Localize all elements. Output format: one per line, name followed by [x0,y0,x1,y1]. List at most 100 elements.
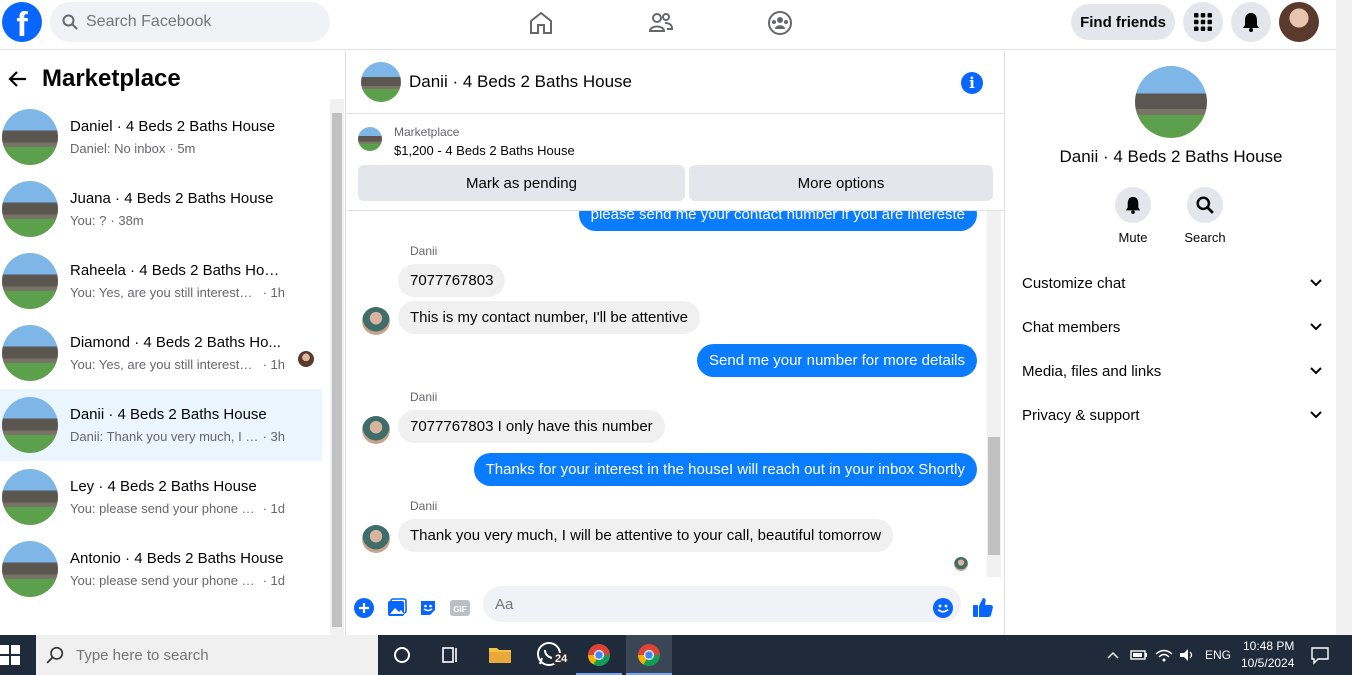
conversation-title: Danii · 4 Beds 2 Baths House [70,406,267,423]
volume-icon[interactable] [1178,643,1196,667]
whatsapp-taskbar-button[interactable]: 24 [536,641,572,671]
listing-price[interactable]: $1,200 - 4 Beds 2 Baths House [394,143,575,158]
conversation-item[interactable]: Antonio · 4 Beds 2 Baths House You: plea… [0,533,322,605]
scrollbar-thumb[interactable] [988,437,1000,555]
media-files-links-row[interactable]: Media, files and links [1022,356,1322,386]
action-center-icon[interactable] [1310,643,1330,667]
more-options-button[interactable]: More options [689,165,993,201]
row-label: Privacy & support [1022,406,1140,424]
sender-avatar [362,525,390,553]
conversation-list-scrollbar[interactable] [330,99,344,651]
conversation-item[interactable]: Ley · 4 Beds 2 Baths House You: please s… [0,461,322,533]
svg-text:GIF: GIF [453,605,466,614]
conversation-info-panel: Danii · 4 Beds 2 Baths House Mute Search… [1006,51,1336,635]
chrome-profile-taskbar-button[interactable] [626,635,672,675]
message-incoming: 7077767803 I only have this number [398,410,665,443]
file-explorer-icon[interactable] [488,643,512,667]
bell-icon [1125,197,1141,214]
info-icon[interactable]: i [961,72,983,94]
listing-source-label: Marketplace [394,125,460,139]
sender-avatar [362,416,390,444]
conversation-title: Daniel · 4 Beds 2 Baths House [70,118,276,135]
emoji-icon[interactable] [933,598,953,618]
conversation-item-active[interactable]: Danii · 4 Beds 2 Baths House Danii: Than… [0,389,322,461]
page-scrollbar[interactable] [1336,0,1352,635]
customize-chat-row[interactable]: Customize chat [1022,268,1322,298]
mute-button[interactable]: Mute [1103,187,1163,245]
cortana-icon[interactable] [390,643,414,667]
clock-date[interactable]: 10/5/2024 [1241,656,1294,670]
photo-icon[interactable] [387,598,407,618]
battery-icon[interactable] [1130,643,1148,667]
conversation-time: · 3h [262,429,285,444]
listing-thumbnail [2,469,58,525]
taskbar-search-input[interactable] [76,646,356,664]
sender-name: Danii [410,499,438,513]
listing-thumbnail [358,127,382,151]
scrollbar-thumb[interactable] [332,113,342,627]
row-label: Customize chat [1022,274,1126,292]
top-navigation-bar: f Find friends [0,0,1336,50]
conversation-info-title: Danii · 4 Beds 2 Baths House [1059,147,1283,166]
windows-start-icon[interactable] [0,645,20,665]
chat-panel: Danii · 4 Beds 2 Baths House i Marketpla… [347,51,1005,635]
conversation-time: · 1d [262,501,285,516]
language-indicator[interactable]: ENG [1205,648,1231,662]
plus-circle-icon[interactable] [354,598,374,618]
menu-grid-icon[interactable] [1183,2,1223,42]
marketplace-inbox-panel: Marketplace Daniel · 4 Beds 2 Baths Hous… [0,51,346,651]
back-arrow-icon[interactable] [8,70,28,88]
clock-time[interactable]: 10:48 PM [1243,639,1294,653]
chrome-icon [638,644,660,666]
conversation-item[interactable]: Diamond · 4 Beds 2 Baths Ho... You: Yes,… [0,317,322,389]
conversation-title: Juana · 4 Beds 2 Baths House [70,190,274,207]
chat-members-row[interactable]: Chat members [1022,312,1322,342]
taskbar-search[interactable] [36,635,378,675]
message-outgoing: please send me your contact number if yo… [578,211,977,231]
conversation-preview: Danii: Thank you very much, I will b... [70,429,259,444]
facebook-logo-icon[interactable]: f [2,2,42,42]
message-input[interactable] [483,586,961,622]
conversation-item[interactable]: Daniel · 4 Beds 2 Baths House Daniel: No… [0,101,322,173]
conversation-preview: You: please send your phone num... [70,501,259,516]
thumbs-up-icon[interactable] [972,596,994,618]
gif-icon[interactable]: GIF [450,598,470,618]
search-icon [1196,196,1214,214]
conversation-title: Ley · 4 Beds 2 Baths House [70,478,257,495]
conversation-time: · 1h [262,285,285,300]
conversation-avatar [1135,66,1207,138]
task-view-icon[interactable] [438,643,462,667]
read-receipt-avatar [954,557,968,571]
sticker-icon[interactable] [418,598,438,618]
row-label: Media, files and links [1022,362,1162,380]
chevron-down-icon [1310,279,1322,287]
conversation-item[interactable]: Juana · 4 Beds 2 Baths House You: ? · 38m [0,173,322,245]
chevron-down-icon [1310,367,1322,375]
whatsapp-badge: 24 [552,653,571,665]
search-box[interactable] [50,2,330,42]
search-in-conversation-button[interactable]: Search [1175,187,1235,245]
chat-title[interactable]: Danii · 4 Beds 2 Baths House [409,72,632,92]
conversation-time: · 38m [110,213,144,228]
chrome-taskbar-button[interactable] [576,635,622,675]
find-friends-button[interactable]: Find friends [1071,4,1175,40]
conversation-item[interactable]: Raheela · 4 Beds 2 Baths House You: Yes,… [0,245,322,317]
profile-avatar[interactable] [1279,2,1319,42]
friends-icon[interactable] [646,8,676,38]
thread-scrollbar[interactable] [987,211,1001,577]
chat-listing-avatar[interactable] [361,62,401,102]
groups-icon[interactable] [765,8,795,38]
wifi-icon[interactable] [1155,643,1173,667]
message-composer: GIF [347,581,1005,635]
search-input[interactable] [86,13,306,31]
message-thread: please send me your contact number if yo… [347,211,1005,581]
conversation-preview: You: Yes, are you still interested? [70,357,259,372]
chevron-up-icon[interactable] [1106,643,1120,667]
search-icon [46,646,64,664]
notifications-bell-icon[interactable] [1231,2,1271,42]
conversation-time: · 5m [169,141,196,156]
home-icon[interactable] [526,8,556,38]
privacy-support-row[interactable]: Privacy & support [1022,400,1322,430]
mark-as-pending-button[interactable]: Mark as pending [358,165,685,201]
listing-thumbnail [2,253,58,309]
